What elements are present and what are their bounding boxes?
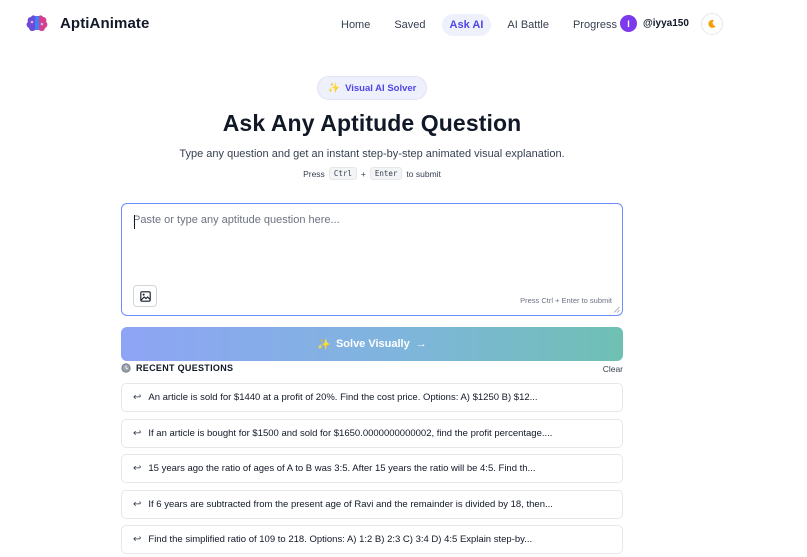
recent-question-item[interactable]: ↩ An article is sold for $1440 at a prof… <box>121 383 623 412</box>
arrow-right-icon: → <box>415 338 427 350</box>
recent-question-text: 15 years ago the ratio of ages of A to B… <box>148 463 536 474</box>
clock-icon <box>121 363 131 373</box>
sparkles-icon: ✨ <box>327 82 341 94</box>
recent-question-item[interactable]: ↩ Find the simplified ratio of 109 to 21… <box>121 525 623 554</box>
recent-question-item[interactable]: ↩ If 6 years are subtracted from the pre… <box>121 490 623 519</box>
theme-toggle-button[interactable] <box>701 13 723 35</box>
moon-icon <box>708 19 716 28</box>
nav-ask-ai[interactable]: Ask AI <box>441 14 492 36</box>
solve-label: Solve Visually <box>335 338 410 350</box>
nav-links: Home Saved Ask AI AI Battle Progress <box>333 14 633 36</box>
username: @iyya150 <box>643 18 689 29</box>
nav-saved[interactable]: Saved <box>386 14 433 36</box>
brand[interactable]: AptiAnimate <box>25 11 149 35</box>
app-name: AptiAnimate <box>60 14 150 32</box>
badge-label: Visual AI Solver <box>345 82 417 94</box>
recent-questions-header: RECENT QUESTIONS Clear <box>121 362 623 376</box>
nav-progress[interactable]: Progress <box>565 14 625 36</box>
page-title: Ask Any Aptitude Question <box>222 110 522 136</box>
brain-icon <box>26 15 48 32</box>
return-arrow-icon: ↩ <box>133 392 142 403</box>
kbd-ctrl: Ctrl <box>328 167 357 180</box>
visual-ai-solver-badge: ✨ Visual AI Solver <box>317 76 427 100</box>
return-arrow-icon: ↩ <box>133 534 142 545</box>
resize-handle-icon[interactable] <box>613 306 620 313</box>
return-arrow-icon: ↩ <box>133 463 142 474</box>
hint-prefix: Press <box>303 168 325 179</box>
recent-question-text: If 6 years are subtracted from the prese… <box>148 499 553 510</box>
text-caret <box>134 215 135 229</box>
nav-ai-battle[interactable]: AI Battle <box>499 14 557 36</box>
avatar: I <box>620 15 637 32</box>
keyboard-hint: Press Ctrl + Enter to submit <box>0 167 744 180</box>
top-nav: AptiAnimate Home Saved Ask AI AI Battle … <box>0 0 807 48</box>
clear-history-button[interactable]: Clear <box>603 364 623 374</box>
return-arrow-icon: ↩ <box>133 499 142 510</box>
solve-visually-button[interactable]: ✨ Solve Visually → <box>121 327 623 361</box>
image-icon <box>139 290 151 302</box>
hint-suffix: to submit <box>406 168 441 179</box>
recent-question-text: Find the simplified ratio of 109 to 218.… <box>148 534 533 545</box>
recent-question-item[interactable]: ↩ 15 years ago the ratio of ages of A to… <box>121 454 623 483</box>
upload-image-button[interactable] <box>133 285 157 307</box>
recent-question-item[interactable]: ↩ If an article is bought for $1500 and … <box>121 419 623 448</box>
hint-plus: + <box>360 168 366 179</box>
recent-title: RECENT QUESTIONS <box>121 363 233 373</box>
kbd-enter: Enter <box>369 167 403 180</box>
user-menu[interactable]: I @iyya150 <box>620 15 689 32</box>
question-input[interactable] <box>133 214 603 274</box>
return-arrow-icon: ↩ <box>133 428 142 439</box>
submit-hint: Press Ctrl + Enter to submit <box>520 296 612 305</box>
sparkles-icon: ✨ <box>317 338 331 351</box>
page-subtitle: Type any question and get an instant ste… <box>179 148 565 160</box>
recent-question-text: An article is sold for $1440 at a profit… <box>148 392 538 403</box>
question-input-container: Press Ctrl + Enter to submit <box>121 203 623 316</box>
recent-question-text: If an article is bought for $1500 and so… <box>148 428 553 439</box>
recent-title-label: RECENT QUESTIONS <box>136 363 234 373</box>
nav-home[interactable]: Home <box>333 14 378 36</box>
